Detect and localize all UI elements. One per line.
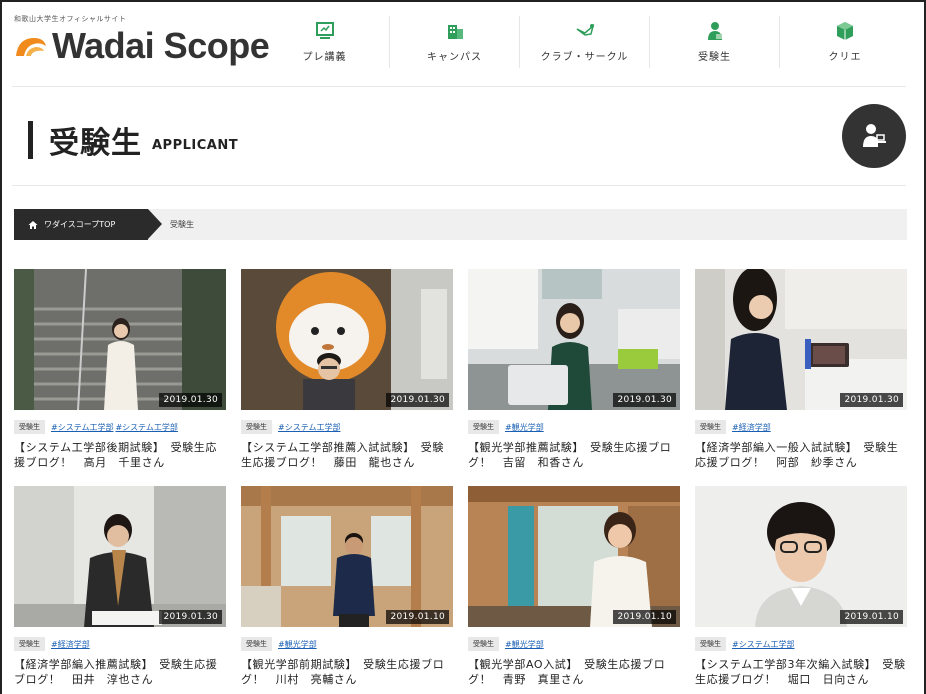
nav-item-clubs[interactable]: クラブ・サークル [520, 16, 650, 68]
breadcrumb-home[interactable]: ワダイスコープTOP [14, 209, 162, 240]
main-nav: プレ講義 キャンパス クラブ・サークル 受験生 クリエ [260, 16, 910, 68]
category-badge[interactable]: 受験生 [695, 637, 726, 651]
category-badge[interactable]: 受験生 [14, 637, 45, 651]
article-title[interactable]: 【経済学部編入一般入試試験】 受験生応援ブログ！ 阿部 紗季さん [695, 440, 907, 470]
category-badge[interactable]: 受験生 [241, 637, 272, 651]
monitor-icon [315, 22, 334, 39]
building-icon [447, 25, 463, 39]
article-date: 2019.01.30 [613, 393, 676, 407]
article-tags: 受験生 #観光学部 [468, 637, 680, 651]
article-title[interactable]: 【観光学部推薦試験】 受験生応援ブログ！ 吉留 和香さん [468, 440, 680, 470]
article-thumbnail[interactable]: 2019.01.30 [14, 269, 226, 410]
article-date: 2019.01.30 [159, 393, 222, 407]
article-date: 2019.01.30 [840, 393, 903, 407]
article-thumbnail[interactable]: 2019.01.10 [468, 486, 680, 627]
breadcrumb-current: 受験生 [170, 220, 194, 229]
article-card[interactable]: 2019.01.30 受験生 #システム工学部 #システム工学部 【システム工学… [14, 269, 226, 470]
category-badge[interactable]: 受験生 [468, 420, 499, 434]
nav-item-pre-lecture[interactable]: プレ講義 [260, 16, 390, 68]
nav-item-creator[interactable]: クリエ [780, 16, 910, 68]
article-thumbnail[interactable]: 2019.01.30 [14, 486, 226, 627]
title-divider [12, 185, 906, 186]
article-date: 2019.01.10 [613, 610, 676, 624]
article-thumbnail[interactable]: 2019.01.30 [695, 269, 907, 410]
article-card[interactable]: 2019.01.30 受験生 #システム工学部 【システム工学部推薦入試試験】 … [241, 269, 453, 470]
article-card[interactable]: 2019.01.10 受験生 #観光学部 【観光学部前期試験】 受験生応援ブログ… [241, 486, 453, 687]
page-title: 受験生 APPLICANT [28, 118, 238, 162]
article-thumbnail[interactable]: 2019.01.30 [468, 269, 680, 410]
article-card[interactable]: 2019.01.30 受験生 #経済学部 【経済学部編入一般入試試験】 受験生応… [695, 269, 907, 470]
nav-label: クリエ [828, 52, 862, 63]
article-thumbnail[interactable]: 2019.01.10 [241, 486, 453, 627]
article-thumbnail[interactable]: 2019.01.30 [241, 269, 453, 410]
article-tags: 受験生 #経済学部 [695, 420, 907, 434]
article-title[interactable]: 【システム工学部3年次編入試験】 受験生応援ブログ！ 堀口 日向さん [695, 657, 907, 687]
tag-link[interactable]: #システム工学部 [278, 422, 340, 433]
article-card[interactable]: 2019.01.10 受験生 #システム工学部 【システム工学部3年次編入試験】… [695, 486, 907, 687]
nav-item-applicant[interactable]: 受験生 [650, 16, 780, 68]
article-title[interactable]: 【システム工学部推薦入試試験】 受験生応援ブログ！ 藤田 龍也さん [241, 440, 453, 470]
title-accent-bar [28, 121, 33, 159]
category-badge[interactable]: 受験生 [14, 420, 45, 434]
article-card[interactable]: 2019.01.10 受験生 #観光学部 【観光学部AO入試】 受験生応援ブログ… [468, 486, 680, 687]
nav-label: プレ講義 [302, 52, 347, 63]
article-date: 2019.01.30 [159, 610, 222, 624]
article-tags: 受験生 #システム工学部 [241, 420, 453, 434]
tag-link[interactable]: #システム工学部 [115, 422, 177, 433]
category-badge[interactable]: 受験生 [695, 420, 726, 434]
article-tags: 受験生 #システム工学部 [695, 637, 907, 651]
article-title[interactable]: 【システム工学部後期試験】 受験生応援ブログ！ 高月 千里さん [14, 440, 226, 470]
nav-label: 受験生 [698, 52, 731, 63]
article-title[interactable]: 【経済学部編入推薦試験】 受験生応援ブログ！ 田井 淳也さん [14, 657, 226, 687]
article-tags: 受験生 #観光学部 [468, 420, 680, 434]
breadcrumb: ワダイスコープTOP 受験生 [14, 209, 907, 240]
header-divider [12, 86, 906, 87]
tag-link[interactable]: #観光学部 [505, 422, 544, 433]
page-title-ja: 受験生 [49, 126, 142, 161]
article-card[interactable]: 2019.01.30 受験生 #観光学部 【観光学部推薦試験】 受験生応援ブログ… [468, 269, 680, 470]
article-title[interactable]: 【観光学部前期試験】 受験生応援ブログ！ 川村 亮輔さん [241, 657, 453, 687]
article-date: 2019.01.10 [840, 610, 903, 624]
page-title-en: APPLICANT [152, 137, 239, 153]
article-card[interactable]: 2019.01.30 受験生 #経済学部 【経済学部編入推薦試験】 受験生応援ブ… [14, 486, 226, 687]
breadcrumb-home-label: ワダイスコープTOP [44, 220, 116, 229]
tag-link[interactable]: #システム工学部 [732, 639, 794, 650]
article-date: 2019.01.10 [386, 610, 449, 624]
megaphone-icon [576, 23, 594, 36]
category-badge[interactable]: 受験生 [241, 420, 272, 434]
student-desk-icon [842, 104, 906, 168]
tag-link[interactable]: #システム工学部 [51, 422, 113, 433]
site-header: 和歌山大学生オフィシャルサイト Wadai Scope プレ講義 キャンパス ク… [2, 2, 922, 86]
category-badge[interactable]: 受験生 [468, 637, 499, 651]
article-tags: 受験生 #システム工学部 #システム工学部 [14, 420, 226, 434]
site-subtitle: 和歌山大学生オフィシャルサイト [14, 15, 127, 23]
site-logo[interactable]: Wadai Scope [14, 25, 270, 66]
nav-label: キャンパス [427, 52, 482, 63]
cube-icon [837, 22, 853, 40]
article-title[interactable]: 【観光学部AO入試】 受験生応援ブログ！ 青野 真里さん [468, 657, 680, 687]
article-tags: 受験生 #観光学部 [241, 637, 453, 651]
article-thumbnail[interactable]: 2019.01.10 [695, 486, 907, 627]
article-tags: 受験生 #経済学部 [14, 637, 226, 651]
tag-link[interactable]: #観光学部 [278, 639, 317, 650]
student-icon [707, 22, 722, 40]
tag-link[interactable]: #経済学部 [732, 422, 771, 433]
logo-text: Wadai Scope [52, 25, 270, 66]
article-date: 2019.01.30 [386, 393, 449, 407]
nav-item-campus[interactable]: キャンパス [390, 16, 520, 68]
home-icon [28, 220, 38, 229]
nav-label: クラブ・サークル [540, 52, 629, 63]
tag-link[interactable]: #経済学部 [51, 639, 90, 650]
tag-link[interactable]: #観光学部 [505, 639, 544, 650]
logo-wave-icon [14, 34, 48, 58]
